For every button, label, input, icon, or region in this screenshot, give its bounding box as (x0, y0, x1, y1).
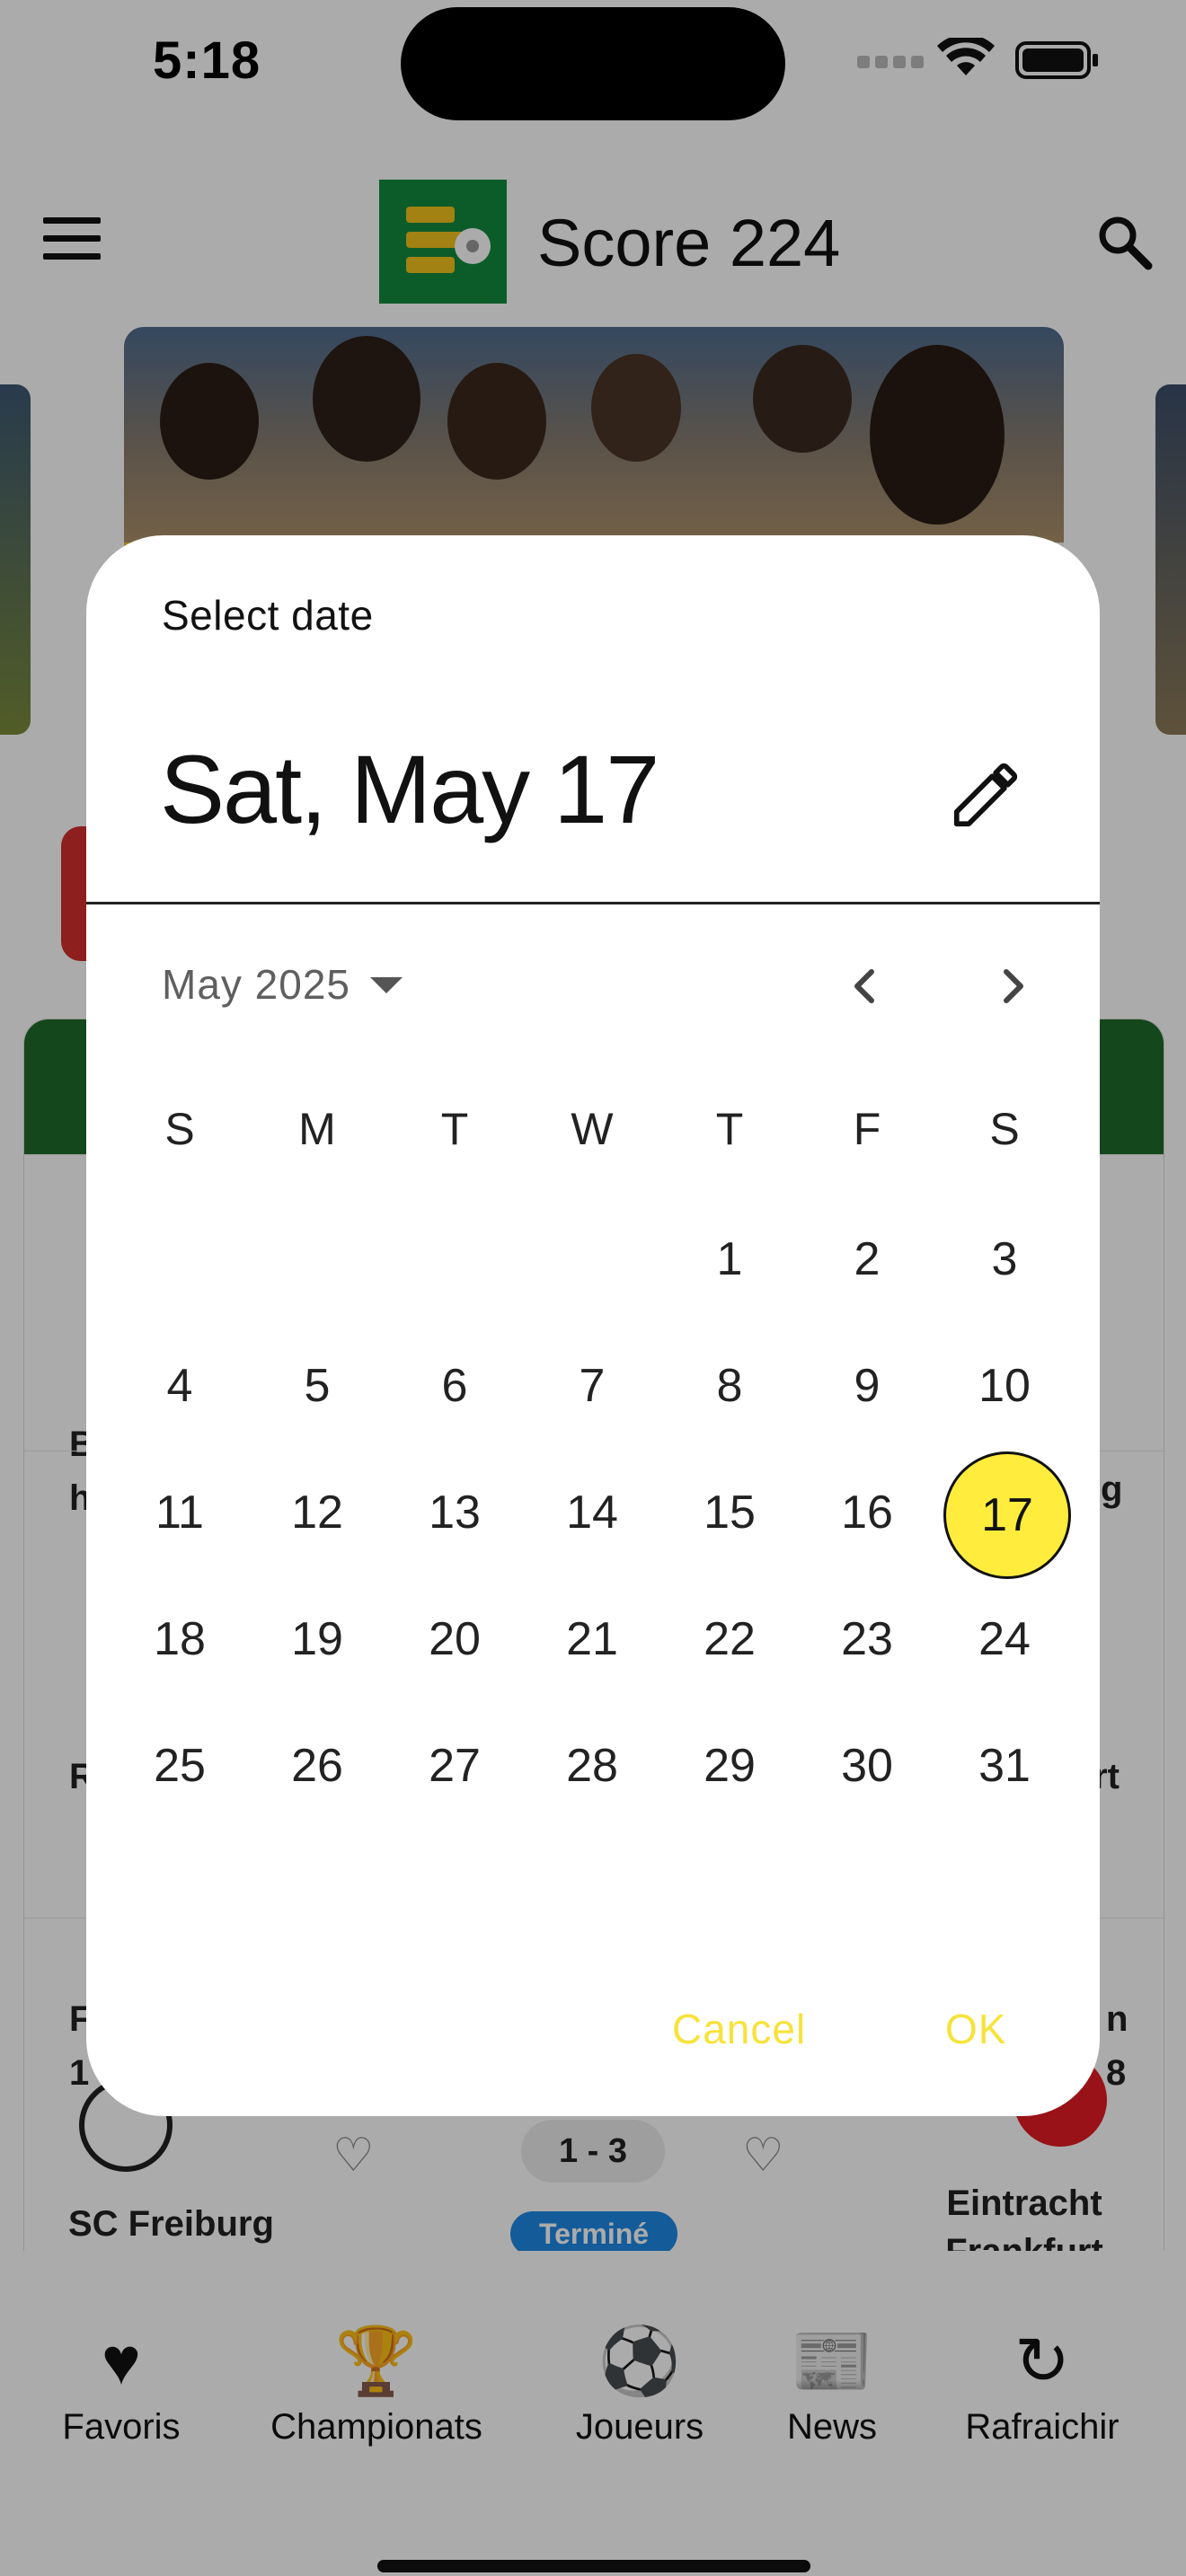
calendar-day[interactable]: 6 (392, 1323, 518, 1449)
calendar-day[interactable]: 5 (254, 1323, 380, 1449)
weekday-label: T (440, 1104, 469, 1154)
weekday-label: S (989, 1104, 1020, 1154)
cancel-button[interactable]: Cancel (672, 2005, 806, 2053)
calendar-day[interactable]: 23 (804, 1576, 930, 1702)
calendar-day[interactable]: 20 (392, 1576, 518, 1702)
weekday-label: F (853, 1104, 881, 1154)
calendar-day[interactable]: 7 (529, 1323, 655, 1449)
calendar-day[interactable]: 22 (667, 1576, 792, 1702)
calendar-day[interactable]: 15 (667, 1450, 792, 1575)
calendar-day-selected[interactable]: 17 (943, 1451, 1071, 1579)
calendar-day[interactable]: 14 (529, 1450, 655, 1575)
calendar-day[interactable]: 13 (392, 1450, 518, 1575)
calendar-day[interactable]: 30 (804, 1703, 930, 1829)
calendar-day[interactable]: 28 (529, 1703, 655, 1829)
calendar-day[interactable]: 21 (529, 1576, 655, 1702)
calendar-day[interactable]: 1 (667, 1196, 792, 1322)
calendar-day[interactable]: 25 (117, 1703, 243, 1829)
month-year-dropdown[interactable]: May 2025 (162, 952, 403, 1017)
ok-button[interactable]: OK (945, 2005, 1006, 2053)
calendar-day[interactable]: 31 (942, 1703, 1067, 1829)
dialog-headline: Select date (162, 592, 374, 639)
dropdown-caret-icon (370, 976, 403, 993)
calendar-day[interactable]: 12 (254, 1450, 380, 1575)
weekday-label: S (164, 1104, 195, 1154)
header-divider (86, 902, 1100, 904)
calendar-day[interactable]: 26 (254, 1703, 380, 1829)
selected-date-display: Sat, May 17 (160, 735, 659, 843)
calendar-day[interactable]: 9 (804, 1323, 930, 1449)
date-picker-dialog: Select date Sat, May 17 May 2025 S M T W T F S… (86, 535, 1100, 2116)
previous-month-chevron-icon[interactable] (832, 954, 897, 1019)
weekday-label: T (715, 1104, 744, 1154)
calendar-day[interactable]: 3 (942, 1196, 1067, 1322)
calendar-day[interactable]: 10 (942, 1323, 1067, 1449)
calendar-day[interactable]: 8 (667, 1323, 792, 1449)
calendar-day[interactable]: 18 (117, 1576, 243, 1702)
calendar-day[interactable]: 16 (804, 1450, 930, 1575)
weekday-label: M (298, 1104, 336, 1154)
calendar-day[interactable]: 19 (254, 1576, 380, 1702)
calendar-day[interactable]: 2 (804, 1196, 930, 1322)
edit-pencil-icon[interactable] (947, 756, 1024, 834)
calendar-day[interactable]: 27 (392, 1703, 518, 1829)
calendar-day[interactable]: 11 (117, 1450, 243, 1575)
weekday-label: W (571, 1104, 614, 1154)
calendar-day[interactable]: 24 (942, 1576, 1067, 1702)
calendar-day[interactable]: 29 (667, 1703, 792, 1829)
month-year-label: May 2025 (162, 961, 351, 1008)
next-month-chevron-icon[interactable] (981, 954, 1046, 1019)
calendar-day[interactable]: 4 (117, 1323, 243, 1449)
